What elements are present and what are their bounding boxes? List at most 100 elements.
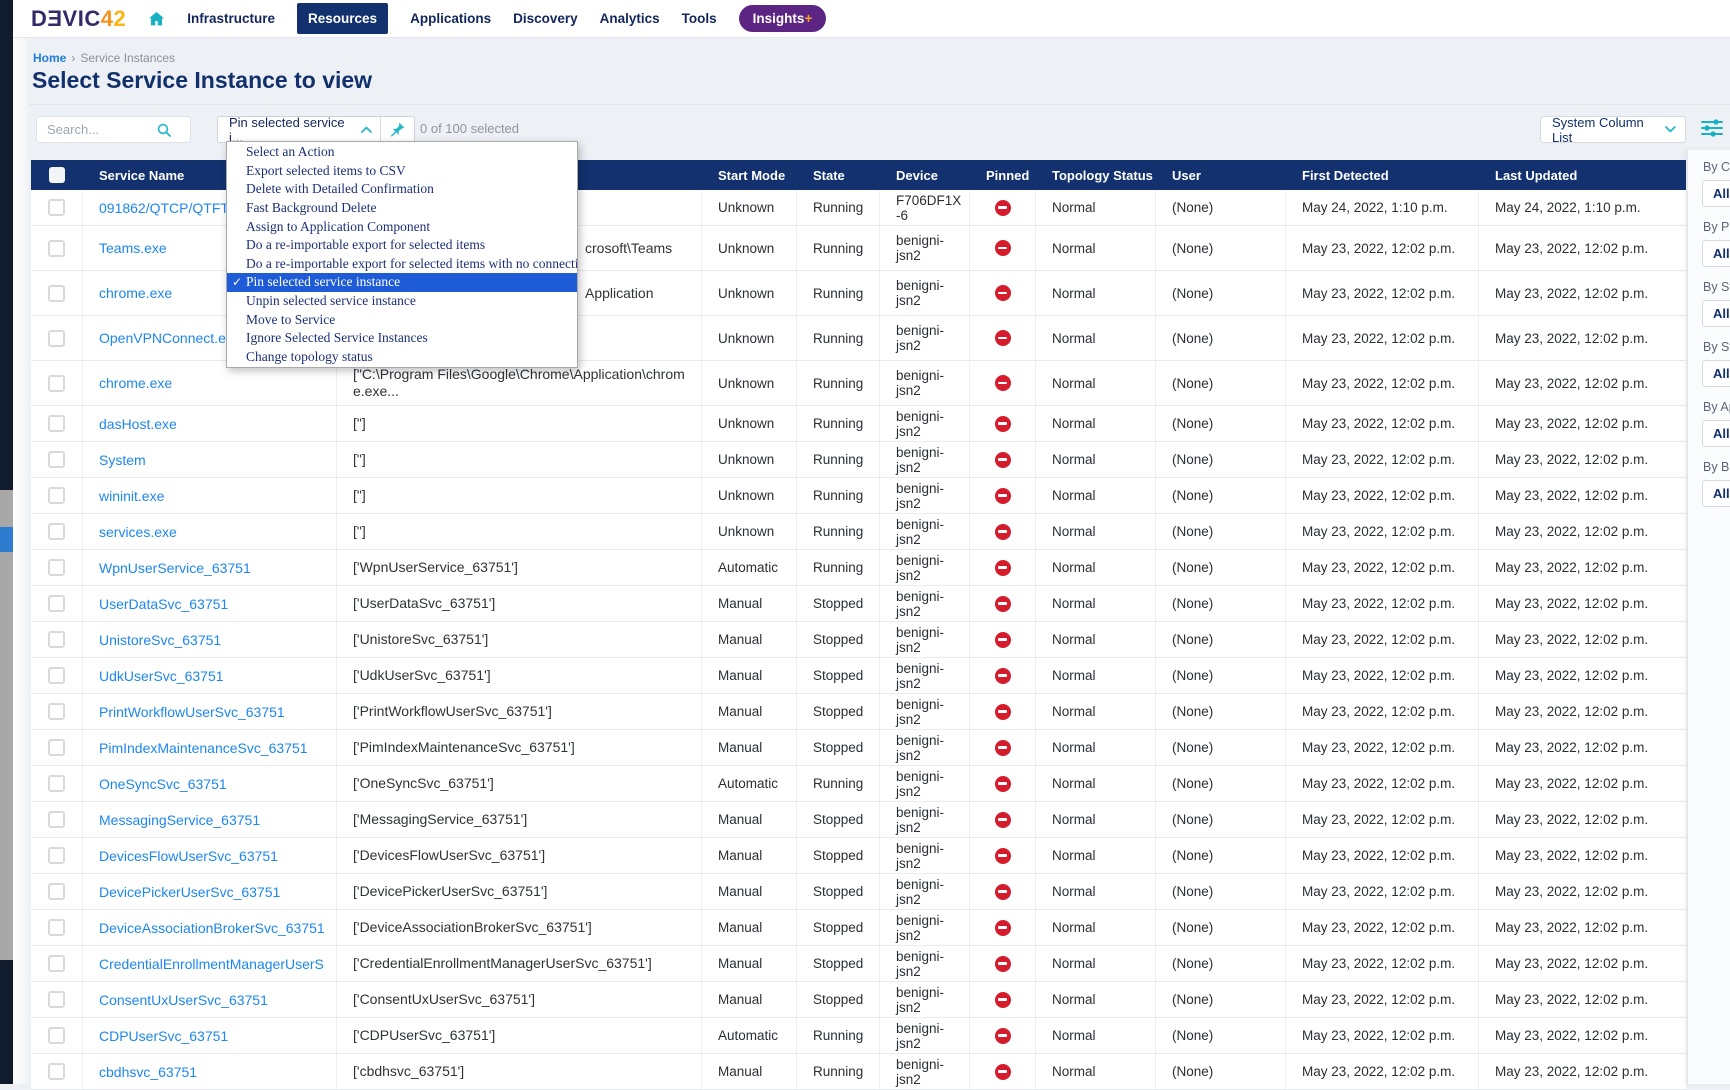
row-checkbox[interactable] <box>48 451 65 468</box>
row-checkbox[interactable] <box>48 523 65 540</box>
row-checkbox[interactable] <box>48 739 65 756</box>
row-checkbox[interactable] <box>48 919 65 936</box>
filter-select[interactable]: All <box>1702 180 1730 207</box>
row-checkbox[interactable] <box>48 991 65 1008</box>
device42-logo[interactable]: DƎVIC 4 2 <box>31 6 126 32</box>
column-header-7[interactable]: Topology Status <box>1036 168 1156 183</box>
nav-item-analytics[interactable]: Analytics <box>600 11 660 26</box>
service-name-link[interactable]: System <box>99 452 146 468</box>
pinned-cell <box>970 586 1036 621</box>
menu-item[interactable]: Export selected items to CSV <box>227 162 577 181</box>
nav-item-applications[interactable]: Applications <box>410 11 491 26</box>
row-checkbox[interactable] <box>48 955 65 972</box>
filter-select[interactable]: All <box>1702 240 1730 267</box>
menu-item[interactable]: Do a re-importable export for selected i… <box>227 236 577 255</box>
service-name-link[interactable]: DeviceAssociationBrokerSvc_63751 <box>99 920 325 936</box>
row-checkbox[interactable] <box>48 1063 65 1080</box>
row-checkbox[interactable] <box>48 667 65 684</box>
column-header-4[interactable]: State <box>797 168 880 183</box>
select-all-checkbox[interactable] <box>49 167 65 183</box>
row-checkbox[interactable] <box>48 847 65 864</box>
row-checkbox[interactable] <box>48 559 65 576</box>
column-header-3[interactable]: Start Mode <box>702 168 797 183</box>
row-checkbox[interactable] <box>48 487 65 504</box>
home-icon[interactable] <box>148 11 165 27</box>
filter-select[interactable]: All <box>1702 300 1730 327</box>
service-name-link[interactable]: services.exe <box>99 524 177 540</box>
filter-group-label: By Bus <box>1703 460 1730 474</box>
service-name-link[interactable]: UdkUserSvc_63751 <box>99 668 224 684</box>
row-checkbox[interactable] <box>48 415 65 432</box>
service-name-link[interactable]: OpenVPNConnect.exe <box>99 330 241 346</box>
service-name-link[interactable]: Teams.exe <box>99 240 167 256</box>
row-checkbox[interactable] <box>48 595 65 612</box>
row-checkbox[interactable] <box>48 883 65 900</box>
row-checkbox[interactable] <box>48 199 65 216</box>
row-checkbox[interactable] <box>48 631 65 648</box>
column-list-select[interactable]: System Column List <box>1540 116 1686 143</box>
row-checkbox[interactable] <box>48 240 65 257</box>
topology-status-cell: Normal <box>1036 226 1156 270</box>
service-name-link[interactable]: chrome.exe <box>99 375 172 391</box>
row-checkbox[interactable] <box>48 1027 65 1044</box>
column-header-8[interactable]: User <box>1156 168 1286 183</box>
row-checkbox[interactable] <box>48 285 65 302</box>
alias-cell: ['WpnUserService_63751'] <box>337 550 702 585</box>
service-name-link[interactable]: cbdhsvc_63751 <box>99 1064 197 1080</box>
service-name-link[interactable]: PimIndexMaintenanceSvc_63751 <box>99 740 308 756</box>
service-name-link[interactable]: 091862/QTCP/QTFTP0 <box>99 200 246 216</box>
service-name-link[interactable]: UnistoreSvc_63751 <box>99 632 221 648</box>
menu-item[interactable]: Unpin selected service instance <box>227 292 577 311</box>
service-name-link[interactable]: dasHost.exe <box>99 416 177 432</box>
service-name-link[interactable]: CredentialEnrollmentManagerUserS ... <box>99 956 328 972</box>
topology-status-cell: Normal <box>1036 910 1156 945</box>
menu-item[interactable]: Delete with Detailed Confirmation <box>227 180 577 199</box>
column-header-5[interactable]: Device <box>880 168 970 183</box>
menu-item[interactable]: Change topology status <box>227 348 577 367</box>
menu-item[interactable]: Select an Action <box>227 143 577 162</box>
service-name-link[interactable]: CDPUserSvc_63751 <box>99 1028 228 1044</box>
menu-item[interactable]: Assign to Application Component <box>227 217 577 236</box>
nav-item-tools[interactable]: Tools <box>682 11 717 26</box>
insights-button[interactable]: Insights+ <box>739 5 827 32</box>
filter-select[interactable]: All <box>1702 420 1730 447</box>
menu-item[interactable]: Move to Service <box>227 310 577 329</box>
menu-item[interactable]: ✓Pin selected service instance <box>227 273 577 292</box>
search-input[interactable] <box>47 122 157 137</box>
filter-sliders-icon[interactable] <box>1700 118 1724 138</box>
apply-action-pin-icon[interactable] <box>381 121 414 138</box>
nav-item-discovery[interactable]: Discovery <box>513 11 578 26</box>
user-cell: (None) <box>1156 1018 1286 1053</box>
service-name-link[interactable]: DevicePickerUserSvc_63751 <box>99 884 280 900</box>
menu-item[interactable]: Fast Background Delete <box>227 199 577 218</box>
row-checkbox-cell <box>31 838 83 873</box>
service-name-link[interactable]: WpnUserService_63751 <box>99 560 251 576</box>
service-name-link[interactable]: PrintWorkflowUserSvc_63751 <box>99 704 285 720</box>
row-checkbox[interactable] <box>48 703 65 720</box>
column-header-9[interactable]: First Detected <box>1286 168 1479 183</box>
service-name-link[interactable]: DevicesFlowUserSvc_63751 <box>99 848 278 864</box>
bulk-action-select[interactable]: Pin selected service i... <box>218 115 380 145</box>
row-checkbox[interactable] <box>48 775 65 792</box>
menu-item[interactable]: Do a re-importable export for selected i… <box>227 255 577 274</box>
nav-item-resources[interactable]: Resources <box>297 3 388 34</box>
service-name-link[interactable]: MessagingService_63751 <box>99 812 260 828</box>
column-header-6[interactable]: Pinned <box>970 168 1036 183</box>
service-name-link[interactable]: chrome.exe <box>99 285 172 301</box>
service-name-link[interactable]: UserDataSvc_63751 <box>99 596 228 612</box>
row-checkbox[interactable] <box>48 811 65 828</box>
breadcrumb-current: Service Instances <box>80 51 175 65</box>
user-cell: (None) <box>1156 694 1286 729</box>
row-checkbox[interactable] <box>48 330 65 347</box>
filter-select[interactable]: All <box>1702 480 1730 507</box>
row-checkbox[interactable] <box>48 375 65 392</box>
service-name-link[interactable]: wininit.exe <box>99 488 164 504</box>
service-name-link[interactable]: ConsentUxUserSvc_63751 <box>99 992 268 1008</box>
column-header-10[interactable]: Last Updated <box>1479 168 1686 183</box>
state-cell: Stopped <box>797 730 880 765</box>
filter-select[interactable]: All <box>1702 360 1730 387</box>
breadcrumb-home-link[interactable]: Home <box>33 51 66 65</box>
nav-item-infrastructure[interactable]: Infrastructure <box>187 11 275 26</box>
menu-item[interactable]: Ignore Selected Service Instances <box>227 329 577 348</box>
service-name-link[interactable]: OneSyncSvc_63751 <box>99 776 227 792</box>
